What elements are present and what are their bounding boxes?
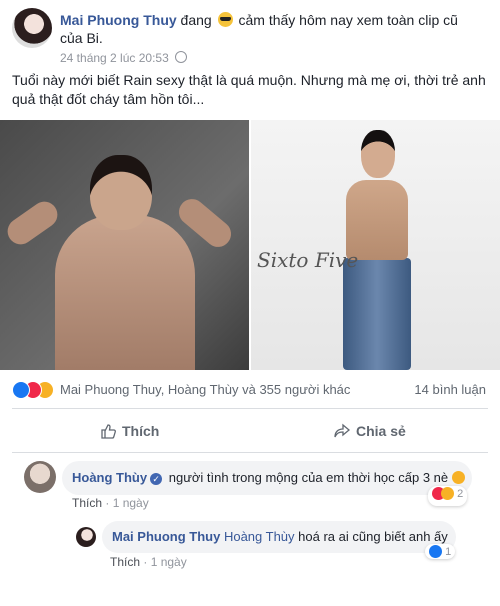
reply-author[interactable]: Mai Phuong Thuy: [112, 529, 220, 544]
comment-text: người tình trong mộng của em thời học cấ…: [168, 470, 449, 485]
like-reaction-icon[interactable]: [12, 381, 30, 399]
post-text: Tuổi này mới biết Rain sexy thật là quá …: [12, 72, 486, 107]
post-meta: 24 tháng 2 lúc 20:53: [60, 51, 188, 65]
reactions-summary: Mai Phuong Thuy, Hoàng Thùy và 355 người…: [12, 380, 488, 400]
reply-time[interactable]: 1 ngày: [151, 555, 187, 569]
share-icon: [334, 423, 350, 438]
author-name[interactable]: Mai Phuong Thuy: [60, 12, 177, 28]
share-label: Chia sẻ: [356, 423, 406, 439]
reply-reaction-count: 1: [445, 546, 452, 558]
status-prefix: đang: [180, 12, 212, 28]
reaction-names[interactable]: Mai Phuong Thuy, Hoàng Thùy và 355 người…: [60, 382, 350, 397]
reply-like-link[interactable]: Thích: [110, 555, 140, 569]
thumbs-up-icon: [101, 424, 116, 439]
commenter-avatar[interactable]: [24, 461, 56, 493]
divider: [12, 408, 488, 409]
like-button[interactable]: Thích: [100, 412, 159, 450]
reply-reactions[interactable]: 1: [425, 544, 456, 559]
haha-emoji-icon: [451, 471, 465, 484]
divider: [12, 452, 488, 453]
cool-emoji-icon: [217, 12, 233, 27]
post-header: Mai Phuong Thuy đang cảm thấy hôm nay xe…: [12, 8, 488, 66]
reply-text: hoá ra ai cũng biết anh ấy: [298, 529, 448, 544]
comment-like-link[interactable]: Thích: [72, 496, 102, 510]
haha-reaction-icon: [441, 487, 454, 500]
comment-meta: Thích · 1 ngày: [72, 496, 149, 510]
post-status-line: Mai Phuong Thuy đang cảm thấy hôm nay xe…: [60, 11, 480, 47]
reply-meta: Thích · 1 ngày: [110, 555, 187, 569]
comment-reactions[interactable]: 2: [428, 486, 468, 506]
post-photo-1[interactable]: [0, 120, 249, 370]
post-actions: Thích Chia sẻ: [12, 412, 488, 450]
photo-caption: Sixto Five: [257, 248, 359, 272]
comment-time[interactable]: 1 ngày: [113, 496, 149, 510]
like-label: Thích: [122, 423, 160, 439]
like-reaction-icon: [429, 545, 442, 558]
globe-icon: [175, 51, 188, 63]
verified-badge-icon: ✓: [150, 473, 163, 485]
comment-count[interactable]: 14 bình luận: [414, 382, 486, 397]
reply-avatar[interactable]: [76, 527, 96, 547]
reply-tag[interactable]: Hoàng Thùy: [224, 529, 295, 544]
post-photos: Sixto Five: [0, 120, 500, 370]
post-photo-2[interactable]: Sixto Five: [251, 120, 500, 370]
reply-bubble: Mai Phuong Thuy Hoàng Thùy hoá ra ai cũn…: [102, 521, 456, 553]
post-timestamp[interactable]: 24 tháng 2 lúc 20:53: [60, 51, 169, 65]
comment-bubble: Hoàng Thùy ✓ người tình trong mộng của em…: [62, 461, 472, 495]
comment-reaction-count: 2: [457, 488, 464, 500]
commenter-name[interactable]: Hoàng Thùy: [72, 470, 147, 485]
share-button[interactable]: Chia sẻ: [334, 412, 406, 450]
author-avatar[interactable]: [12, 8, 52, 48]
